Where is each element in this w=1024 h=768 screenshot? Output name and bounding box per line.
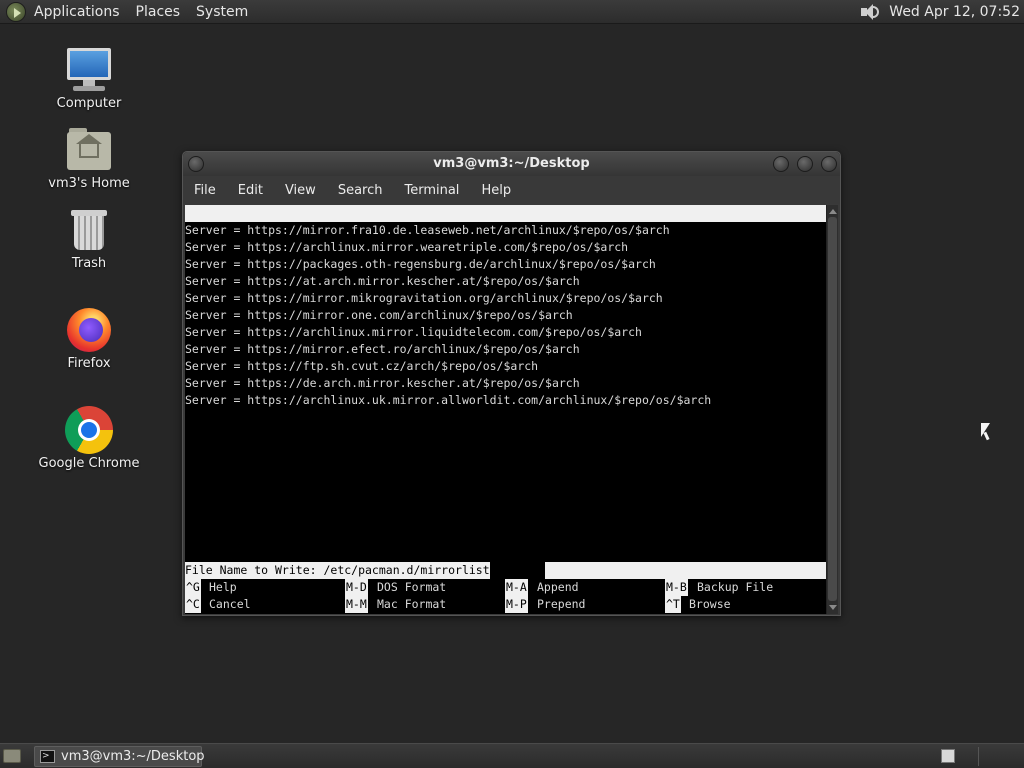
shortcut-row-2: ^C Cancel M-M Mac Format M-P Prepend ^T …	[185, 596, 827, 613]
shortcut-desc: DOS Format	[377, 580, 447, 594]
taskbar-label: vm3@vm3:~/Desktop	[61, 749, 205, 764]
shortcut-desc: Browse	[689, 597, 731, 611]
firefox-icon	[65, 306, 113, 354]
shortcut-row-1: ^G Help M-D DOS Format M-A Append M-B Ba…	[185, 579, 827, 596]
terminal-content[interactable]: GNU nano 7.2 /etc/pacman.d/mirrorlist Mo…	[185, 205, 827, 614]
shortcut-key: ^G	[185, 579, 201, 596]
terminal-window[interactable]: vm3@vm3:~/Desktop File Edit View Search …	[182, 151, 841, 616]
desktop-icon-label: vm3's Home	[48, 176, 130, 191]
shortcut-key: ^T	[665, 596, 681, 613]
chrome-icon	[65, 406, 113, 454]
top-panel: Applications Places System Wed Apr 12, 0…	[0, 0, 1024, 24]
menu-applications[interactable]: Applications	[34, 4, 120, 20]
shortcut-desc: Mac Format	[377, 597, 447, 611]
shortcut-desc: Cancel	[209, 597, 251, 611]
file-line: Server = https://archlinux.mirror.liquid…	[185, 325, 642, 339]
desktop-icon-label: Firefox	[67, 356, 111, 371]
window-titlebar[interactable]: vm3@vm3:~/Desktop	[183, 152, 840, 176]
desktop-icon-trash[interactable]: Trash	[34, 206, 144, 271]
terminal-scrollbar[interactable]	[826, 205, 838, 614]
clock[interactable]: Wed Apr 12, 07:52	[889, 4, 1020, 20]
top-panel-tray: Wed Apr 12, 07:52	[859, 3, 1020, 21]
taskbar-terminal-button[interactable]: vm3@vm3:~/Desktop	[34, 746, 205, 767]
menu-system[interactable]: System	[196, 4, 248, 20]
trash-icon	[65, 206, 113, 254]
prompt-text: File Name to Write: /etc/pacman.d/mirror…	[185, 562, 490, 579]
desktop-icon-chrome[interactable]: Google Chrome	[34, 406, 144, 471]
file-line: Server = https://packages.oth-regensburg…	[185, 257, 656, 271]
shortcut-key: M-D	[345, 579, 368, 596]
bottom-panel: vm3@vm3:~/Desktop	[0, 743, 1024, 768]
scroll-down-arrow-icon[interactable]	[829, 605, 837, 610]
shortcut-desc: Backup File	[697, 580, 774, 594]
close-button[interactable]	[821, 156, 837, 172]
shortcut-append[interactable]: M-A Append	[505, 579, 579, 596]
desktop-icon-computer[interactable]: Computer	[34, 46, 144, 111]
panel-divider	[978, 747, 979, 766]
shortcut-browse[interactable]: ^T Browse	[665, 596, 731, 613]
nano-save-prompt[interactable]: File Name to Write: /etc/pacman.d/mirror…	[185, 562, 827, 579]
volume-icon[interactable]	[859, 3, 880, 21]
workspace-switcher[interactable]	[941, 749, 955, 763]
file-line: Server = https://ftp.sh.cvut.cz/arch/$re…	[185, 359, 539, 373]
file-line: Server = https://mirror.efect.ro/archlin…	[185, 342, 580, 356]
file-line: Server = https://mirror.one.com/archlinu…	[185, 308, 573, 322]
shortcut-prepend[interactable]: M-P Prepend	[505, 596, 585, 613]
scrollbar-thumb[interactable]	[828, 217, 837, 601]
file-line: Server = https://at.arch.mirror.kescher.…	[185, 274, 580, 288]
shortcut-desc: Prepend	[537, 597, 586, 611]
nano-header: GNU nano 7.2 /etc/pacman.d/mirrorlist Mo…	[185, 205, 827, 271]
desktop-icon-label: Trash	[71, 256, 107, 271]
menu-places[interactable]: Places	[136, 4, 181, 20]
window-menu-button[interactable]	[188, 156, 204, 172]
shortcut-help[interactable]: ^G Help	[185, 579, 240, 596]
file-line: Server = https://mirror.mikrogravitation…	[185, 291, 663, 305]
shortcut-backup-file[interactable]: M-B Backup File	[665, 579, 773, 596]
shortcut-key: ^C	[185, 596, 201, 613]
menu-help[interactable]: Help	[481, 183, 511, 198]
shortcut-key: M-M	[345, 596, 368, 613]
desktop-icon-label: Computer	[56, 96, 122, 111]
minimize-button[interactable]	[773, 156, 789, 172]
desktop-icon-label: Google Chrome	[38, 456, 140, 471]
terminal-menubar: File Edit View Search Terminal Help	[183, 176, 840, 204]
desktop-icon-firefox[interactable]: Firefox	[34, 306, 144, 371]
maximize-button[interactable]	[797, 156, 813, 172]
shortcut-desc: Append	[537, 580, 579, 594]
scroll-up-arrow-icon[interactable]	[829, 209, 837, 214]
shortcut-mac-format[interactable]: M-M Mac Format	[345, 596, 446, 613]
show-desktop-icon[interactable]	[3, 749, 21, 763]
shortcut-key: M-B	[665, 579, 688, 596]
prompt-input-area[interactable]	[545, 562, 827, 579]
home-folder-icon	[65, 126, 113, 174]
menu-edit[interactable]: Edit	[238, 183, 263, 198]
menu-view[interactable]: View	[285, 183, 316, 198]
shortcut-key: M-A	[505, 579, 528, 596]
terminal-icon	[40, 747, 55, 766]
menu-search[interactable]: Search	[338, 183, 383, 198]
shortcut-cancel[interactable]: ^C Cancel	[185, 596, 251, 613]
file-line: Server = https://archlinux.mirror.wearet…	[185, 240, 629, 254]
menu-file[interactable]: File	[194, 183, 216, 198]
shortcut-key: M-P	[505, 596, 528, 613]
computer-icon	[65, 46, 113, 94]
file-line: Server = https://archlinux.uk.mirror.all…	[185, 393, 712, 407]
menu-terminal[interactable]: Terminal	[404, 183, 459, 198]
window-title: vm3@vm3:~/Desktop	[433, 156, 590, 171]
file-line: Server = https://mirror.fra10.de.leasewe…	[185, 223, 670, 237]
shortcut-dos-format[interactable]: M-D DOS Format	[345, 579, 446, 596]
distro-logo-icon[interactable]	[6, 1, 26, 22]
file-line: Server = https://de.arch.mirror.kescher.…	[185, 376, 580, 390]
shortcut-desc: Help	[209, 580, 237, 594]
desktop-icon-home[interactable]: vm3's Home	[34, 126, 144, 191]
